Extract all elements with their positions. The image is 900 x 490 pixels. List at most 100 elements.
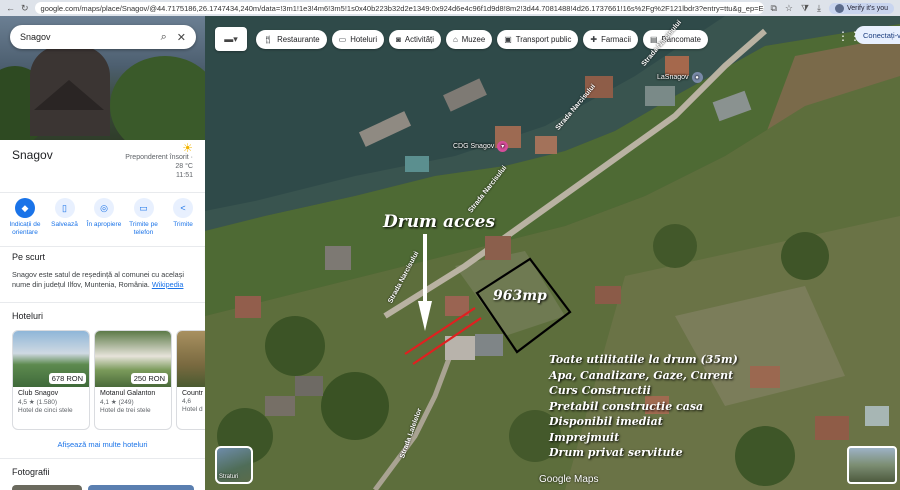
atm-icon: ▤: [649, 34, 658, 44]
info-line: Imprejmuit: [549, 430, 620, 444]
chip-museums[interactable]: ⌂ Muzee: [445, 29, 493, 49]
bookmark-icon: ▯: [54, 198, 75, 218]
save-button[interactable]: ▯ Salvează: [46, 198, 84, 237]
hotel-price: 250 RON: [130, 373, 168, 384]
install-icon[interactable]: ⧉: [770, 3, 776, 14]
extensions-icon[interactable]: ⧩: [801, 3, 809, 14]
chip-label: Transport public: [515, 34, 572, 44]
wikipedia-link[interactable]: Wikipedia: [152, 280, 184, 289]
about-text: Snagov este satul de reședință al comune…: [12, 270, 192, 290]
chip-label: Hoteluri: [350, 34, 378, 44]
photos-title: Fotografii: [12, 467, 50, 477]
phone-icon: ▭: [133, 198, 154, 218]
hotel-photo: 678 RON: [13, 331, 89, 387]
chip-hotels[interactable]: ▭ Hoteluri: [331, 29, 385, 49]
search-icon[interactable]: ⌕: [161, 31, 167, 44]
info-line: Drum privat servitute: [549, 446, 683, 459]
info-line: Disponibil imediat: [549, 415, 663, 428]
location-pin-icon: ●: [691, 72, 703, 83]
map-canvas[interactable]: ▬▾ 🍴︎ Restaurante ▭ Hoteluri ◙ Activităț…: [205, 16, 900, 490]
listing-info-block: Toate utilitatile la drum (35m) Apa, Can…: [549, 352, 738, 461]
place-title: Snagov: [12, 148, 53, 162]
weather-time: 11:51: [176, 172, 193, 179]
hotel-card[interactable]: 678 RON Club Snagov 4,5 ★ (1.580) Hotel …: [12, 330, 90, 430]
photo-thumb[interactable]: [88, 485, 194, 490]
directions-icon: ◆: [15, 198, 35, 218]
weather-widget: ☀ Preponderent însorit · 28 °C 11:51: [125, 142, 193, 180]
layers-button[interactable]: Straturi: [215, 446, 253, 484]
download-icon[interactable]: ⤓: [817, 3, 821, 14]
poi-lasnagov[interactable]: LaSnagov ●: [657, 72, 703, 83]
poi-cdg-snagov[interactable]: CDG Snagov ▾: [453, 141, 509, 152]
share-icon: <: [173, 198, 193, 218]
photo-strip: [12, 485, 202, 490]
chip-restaurants[interactable]: 🍴︎ Restaurante: [256, 29, 327, 49]
access-road-label: Drum acces: [383, 212, 496, 232]
action-label: Salvează: [51, 221, 78, 228]
museum-icon: ⌂: [452, 34, 458, 44]
divider: [0, 192, 205, 193]
close-icon[interactable]: ✕: [177, 31, 186, 44]
divider: [0, 458, 205, 459]
poi-label: LaSnagov: [657, 74, 689, 81]
info-line: Apa, Canalizare, Gaze, Curent: [549, 368, 734, 382]
layers-icon: ▬▾: [224, 33, 238, 44]
browser-nav: ← ↻: [0, 3, 35, 14]
chip-pharmacies[interactable]: ✚ Farmacii: [583, 29, 638, 49]
hotel-name: Club Snagov: [18, 390, 59, 397]
star-icon[interactable]: ☆: [785, 3, 793, 14]
action-label: În apropiere: [86, 221, 122, 228]
action-label: Indicații de orientare: [9, 221, 41, 236]
nearby-icon: ◎: [94, 198, 114, 218]
hotel-type: Hotel d: [182, 406, 203, 413]
weather-description: Preponderent însorit ·: [125, 154, 193, 161]
google-maps-logo: Google Maps: [539, 474, 599, 485]
chip-transit[interactable]: ▣ Transport public: [497, 29, 579, 49]
photo-thumb[interactable]: [12, 485, 82, 490]
divider: [0, 302, 205, 303]
info-line: Curs Constructii: [549, 384, 651, 397]
chip-label: Restaurante: [277, 34, 320, 44]
chip-label: Farmacii: [601, 34, 631, 44]
share-button[interactable]: < Trimite: [164, 198, 202, 237]
fork-knife-icon: 🍴︎: [263, 34, 274, 44]
bed-icon: ▭: [338, 34, 347, 44]
divider: [0, 246, 205, 247]
hotel-rating: 4,5 ★ (1.580): [18, 399, 58, 406]
hotel-name: Motanul Galanton: [100, 390, 156, 397]
chip-activities[interactable]: ◙ Activități: [389, 29, 441, 49]
search-box: ⌕ ✕: [10, 25, 196, 49]
hotel-card[interactable]: Countr 4,6 Hotel d: [176, 330, 205, 430]
nearby-button[interactable]: ◎ În apropiere: [85, 198, 123, 237]
url-text: google.com/maps/place/Snagov/@44.7175186…: [40, 3, 765, 13]
send-to-phone-button[interactable]: ▭ Trimite pe telefon: [125, 198, 163, 237]
camera-icon: ◙: [396, 34, 401, 44]
bus-icon: ▣: [504, 34, 512, 44]
map-type-button[interactable]: ▬▾: [215, 27, 247, 51]
hotel-type: Hotel de cinci stele: [18, 407, 73, 414]
hero-tree: [110, 56, 205, 140]
chip-label: Activități: [404, 34, 434, 44]
address-bar[interactable]: google.com/maps/place/Snagov/@44.7175186…: [34, 2, 765, 14]
directions-button[interactable]: ◆ Indicații de orientare: [6, 198, 44, 237]
search-input[interactable]: [20, 32, 151, 42]
sign-in-button[interactable]: Conectați-v: [855, 26, 900, 44]
back-icon[interactable]: ←: [6, 3, 15, 14]
reload-icon[interactable]: ↻: [21, 3, 29, 14]
action-label: Trimite: [173, 221, 193, 228]
more-hotels-link[interactable]: Afișează mai multe hoteluri: [0, 440, 205, 449]
hotel-card[interactable]: 250 RON Motanul Galanton 4,1 ★ (249) Hot…: [94, 330, 172, 430]
pharmacy-icon: ✚: [590, 34, 598, 44]
hotels-title: Hoteluri: [12, 311, 44, 321]
info-line: Pretabil constructie casa: [549, 399, 704, 413]
about-title: Pe scurt: [12, 252, 46, 262]
hotel-rating: 4,1 ★ (249): [100, 399, 134, 406]
street-view-thumbnail[interactable]: [847, 446, 897, 484]
hotel-photo: [177, 331, 205, 387]
browser-extensions: ⧉ ☆ ⧩ ⤓ Verify it's you: [764, 2, 900, 14]
plot-area-label: 963mp: [493, 288, 547, 304]
browser-toolbar: ← ↻ google.com/maps/place/Snagov/@44.717…: [0, 0, 900, 16]
verify-button[interactable]: Verify it's you: [828, 2, 894, 14]
weather-temperature: 28 °C: [175, 163, 193, 170]
hotel-name: Countr: [182, 390, 204, 397]
